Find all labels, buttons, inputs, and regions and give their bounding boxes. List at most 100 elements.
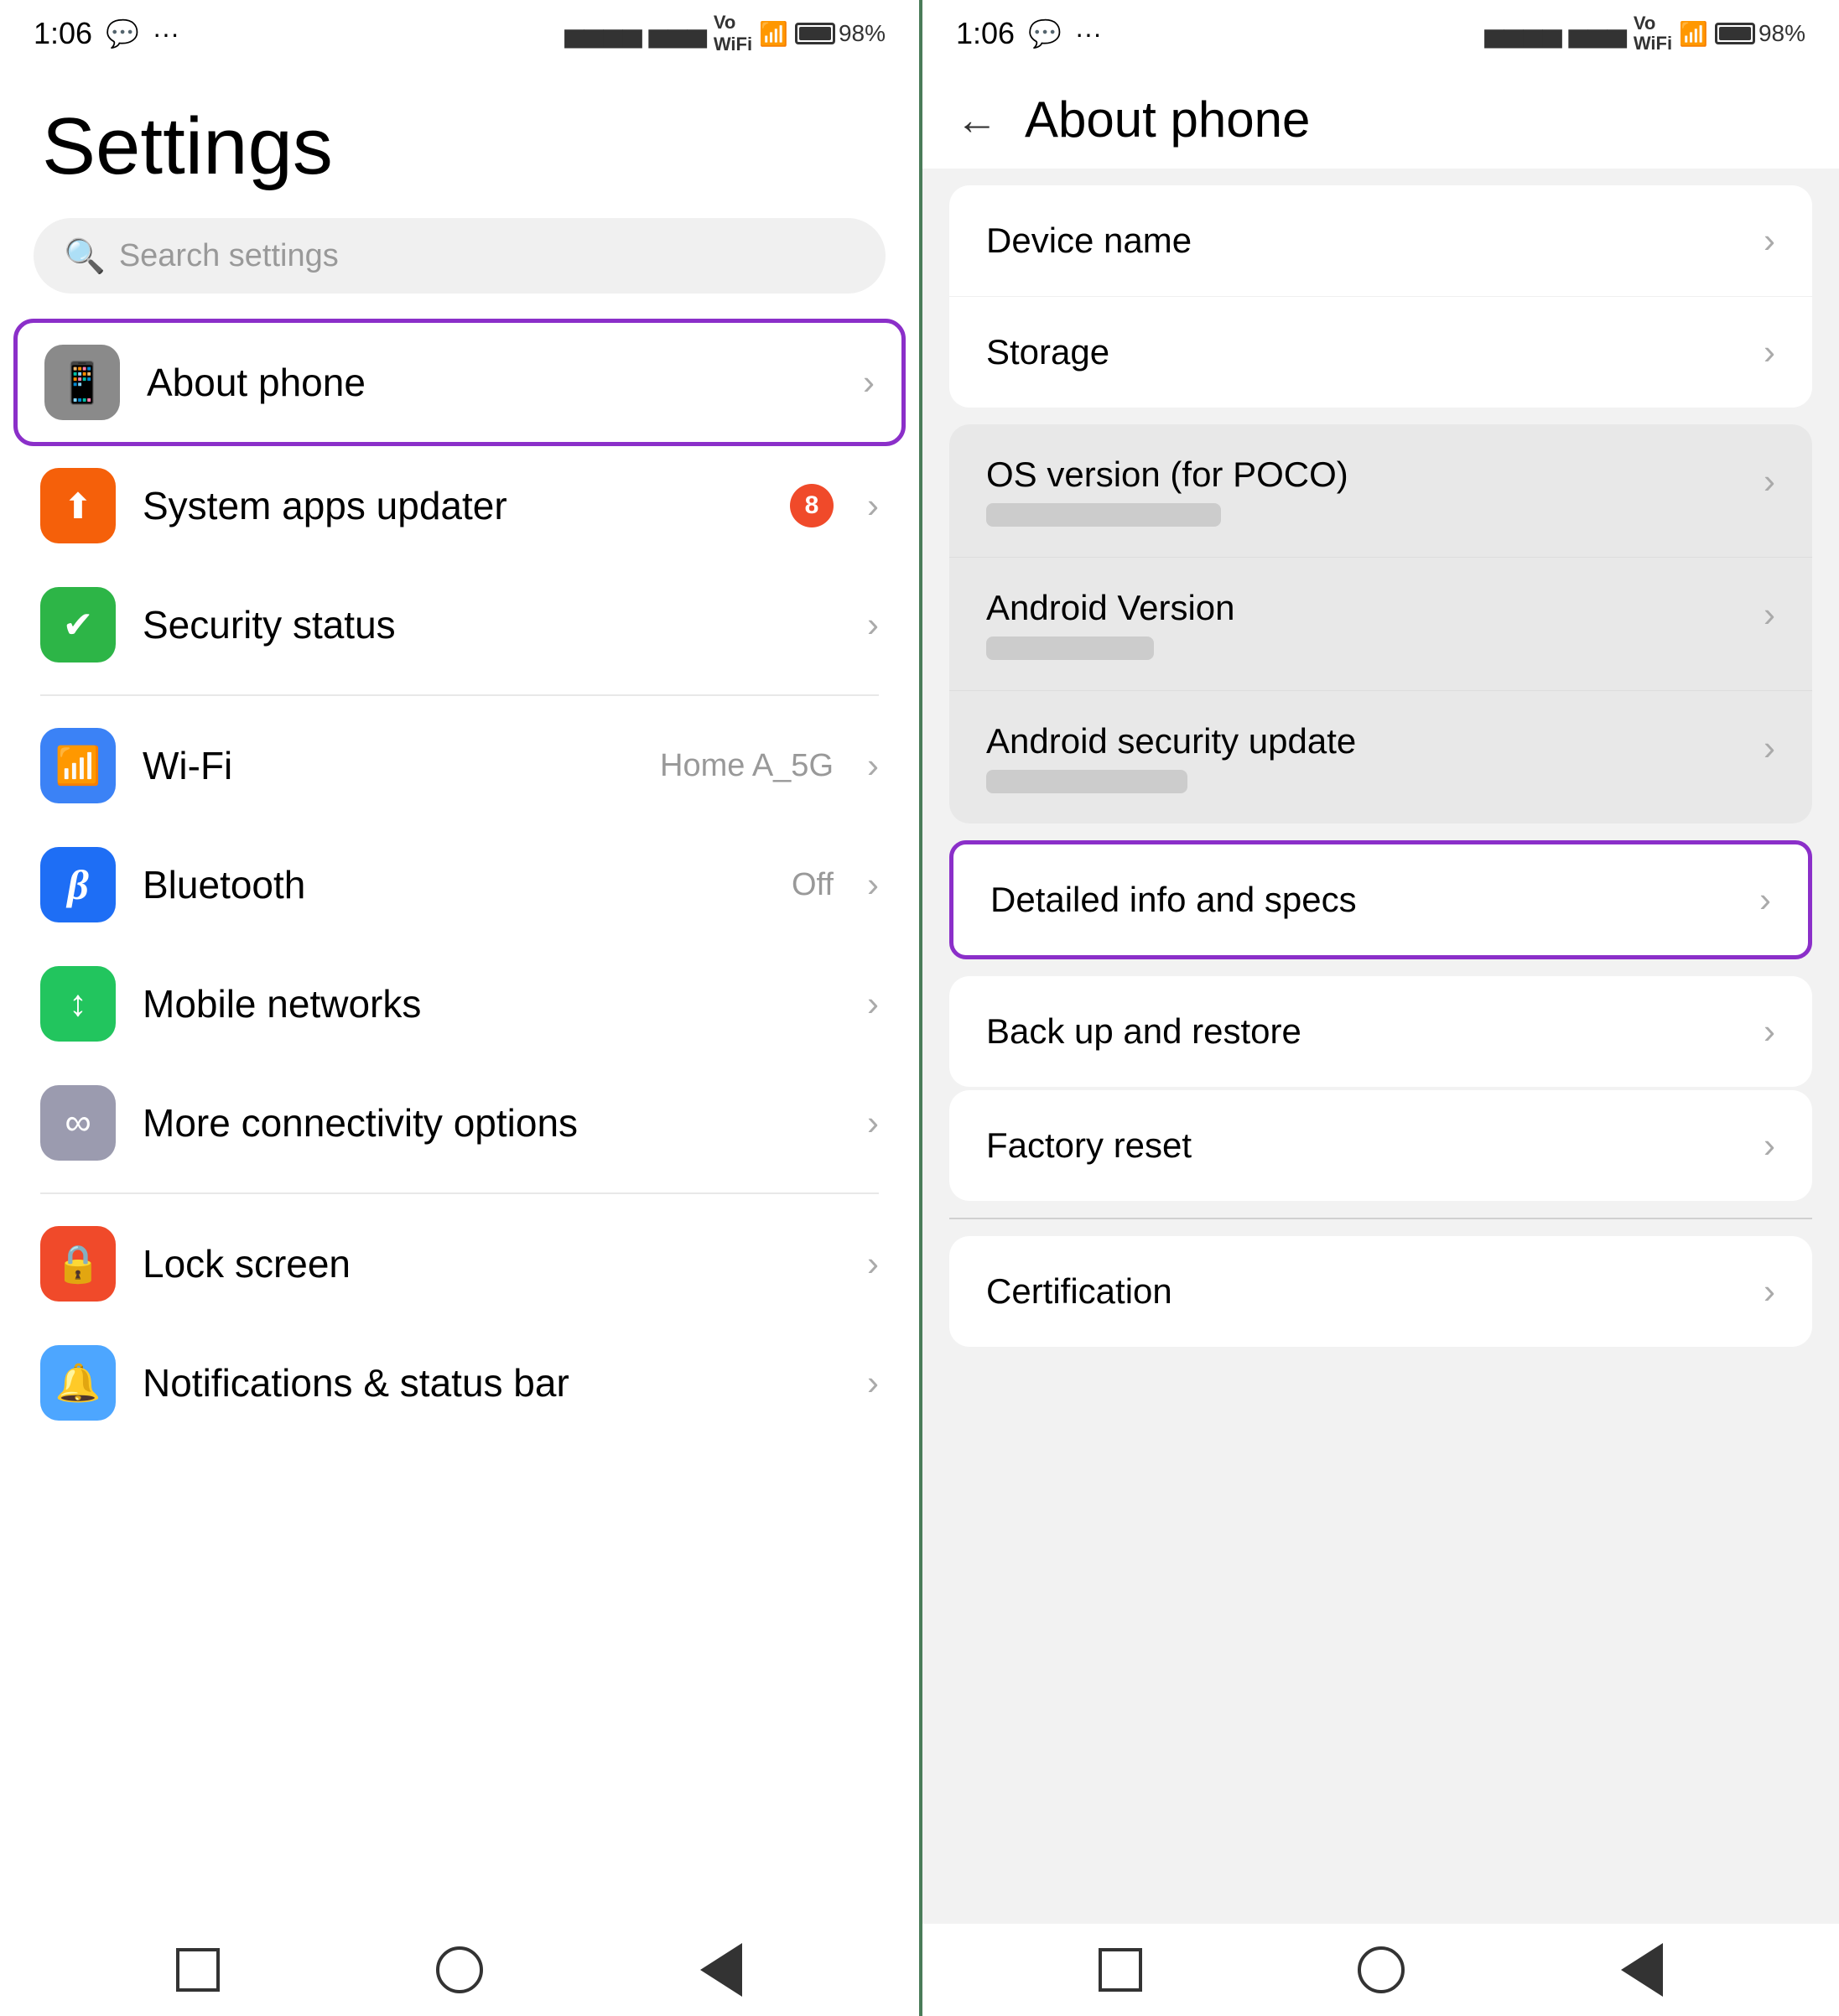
recents-icon-left xyxy=(176,1948,220,1992)
nav-recents-right[interactable] xyxy=(1091,1941,1150,1999)
settings-item-mobile-networks[interactable]: ↕ Mobile networks › xyxy=(0,944,919,1063)
factory-reset-label: Factory reset xyxy=(986,1125,1764,1166)
settings-item-security[interactable]: ✔ Security status › xyxy=(0,565,919,684)
lock-screen-label: Lock screen xyxy=(143,1241,834,1286)
wifi-icon-right: 📶 xyxy=(1679,20,1708,48)
signal2-left: ▅▅▅ xyxy=(649,19,707,49)
wifi-arrow: › xyxy=(867,746,879,786)
back-icon-left xyxy=(700,1943,742,1997)
os-version-wrap: OS version (for POCO) xyxy=(986,455,1764,527)
android-security-item[interactable]: Android security update › xyxy=(949,691,1812,824)
system-apps-badge: 8 xyxy=(790,484,834,527)
notifications-label: Notifications & status bar xyxy=(143,1360,834,1405)
settings-item-notifications[interactable]: 🔔 Notifications & status bar › xyxy=(0,1323,919,1442)
whatsapp-icon-left: 💬 xyxy=(106,18,139,49)
android-security-blur xyxy=(986,770,1187,793)
vowifi-left: VoWiFi xyxy=(714,12,752,55)
signal-bars-left: ▅▅▅▅ xyxy=(564,19,642,49)
security-label: Security status xyxy=(143,602,834,647)
settings-item-about-phone[interactable]: 📱 About phone › xyxy=(13,319,906,446)
nav-home-left[interactable] xyxy=(430,1941,489,1999)
device-name-label: Device name xyxy=(986,221,1764,261)
status-icons-right: ▅▅▅▅ ▅▅▅ VoWiFi 📶 98% xyxy=(1484,13,1805,54)
bluetooth-label: Bluetooth xyxy=(143,862,765,907)
battery-left: 98% xyxy=(795,20,886,47)
backup-item[interactable]: Back up and restore › xyxy=(949,976,1812,1087)
search-bar[interactable]: 🔍 Search settings xyxy=(34,218,886,294)
nav-home-right[interactable] xyxy=(1352,1941,1410,1999)
bluetooth-icon: β xyxy=(40,847,116,922)
signal-bars-right: ▅▅▅▅ xyxy=(1484,19,1561,49)
os-version-item[interactable]: OS version (for POCO) › xyxy=(949,424,1812,558)
system-apps-icon: ⬆ xyxy=(40,468,116,543)
nav-recents-left[interactable] xyxy=(169,1941,227,1999)
factory-reset-arrow: › xyxy=(1764,1125,1775,1166)
settings-item-wifi[interactable]: 📶 Wi-Fi Home A_5G › xyxy=(0,706,919,825)
card-device-storage: Device name › Storage › xyxy=(949,185,1812,408)
settings-title: Settings xyxy=(0,67,919,218)
about-phone-arrow: › xyxy=(863,362,875,403)
back-button[interactable]: ← xyxy=(956,96,998,144)
right-panel: 1:06 💬 ··· ▅▅▅▅ ▅▅▅ VoWiFi 📶 98% ← About… xyxy=(922,0,1839,2016)
bottom-nav-right xyxy=(922,1924,1839,2016)
status-icons-left: ▅▅▅▅ ▅▅▅ VoWiFi 📶 98% xyxy=(564,12,886,55)
divider-1 xyxy=(40,694,879,696)
detailed-info-item[interactable]: Detailed info and specs › xyxy=(953,844,1808,955)
system-apps-arrow: › xyxy=(867,486,879,526)
left-panel: 1:06 💬 ··· ▅▅▅▅ ▅▅▅ VoWiFi 📶 98% Setting… xyxy=(0,0,919,2016)
recents-icon-right xyxy=(1099,1948,1142,1992)
card-backup: Back up and restore › xyxy=(949,976,1812,1087)
status-time-left: 1:06 💬 ··· xyxy=(34,16,179,51)
right-page-title: About phone xyxy=(1025,91,1310,148)
notifications-icon: 🔔 xyxy=(40,1345,116,1421)
android-version-arrow: › xyxy=(1764,595,1775,635)
factory-reset-item[interactable]: Factory reset › xyxy=(949,1090,1812,1201)
search-icon: 🔍 xyxy=(64,236,106,276)
certification-arrow: › xyxy=(1764,1271,1775,1312)
lock-screen-icon: 🔒 xyxy=(40,1226,116,1302)
divider-2 xyxy=(40,1192,879,1194)
time-right: 1:06 xyxy=(956,16,1015,51)
settings-item-bluetooth[interactable]: β Bluetooth Off › xyxy=(0,825,919,944)
status-time-right: 1:06 💬 ··· xyxy=(956,16,1102,51)
certification-item[interactable]: Certification › xyxy=(949,1236,1812,1347)
about-phone-label: About phone xyxy=(147,360,829,405)
mobile-networks-label: Mobile networks xyxy=(143,981,834,1026)
back-icon-right xyxy=(1621,1943,1663,1997)
status-bar-right: 1:06 💬 ··· ▅▅▅▅ ▅▅▅ VoWiFi 📶 98% xyxy=(922,0,1839,67)
mobile-networks-arrow: › xyxy=(867,984,879,1024)
android-version-wrap: Android Version xyxy=(986,588,1764,660)
vowifi-right: VoWiFi xyxy=(1634,13,1672,54)
backup-arrow: › xyxy=(1764,1011,1775,1052)
card-certification: Certification › xyxy=(949,1236,1812,1347)
device-name-item[interactable]: Device name › xyxy=(949,185,1812,297)
home-icon-left xyxy=(436,1946,483,1993)
settings-item-lock-screen[interactable]: 🔒 Lock screen › xyxy=(0,1204,919,1323)
android-version-label: Android Version xyxy=(986,588,1764,628)
nav-back-left[interactable] xyxy=(692,1941,751,1999)
android-version-item[interactable]: Android Version › xyxy=(949,558,1812,691)
settings-item-system-apps[interactable]: ⬆ System apps updater 8 › xyxy=(0,446,919,565)
device-name-arrow: › xyxy=(1764,221,1775,261)
dots-right: ··· xyxy=(1075,18,1102,49)
wifi-icon-left: 📶 xyxy=(759,20,788,48)
security-icon: ✔ xyxy=(40,587,116,662)
android-version-blur xyxy=(986,636,1154,660)
bottom-nav-left xyxy=(0,1924,919,2016)
detailed-info-arrow: › xyxy=(1759,880,1771,920)
android-security-arrow: › xyxy=(1764,728,1775,768)
nav-back-right[interactable] xyxy=(1613,1941,1671,1999)
wifi-label: Wi-Fi xyxy=(143,743,633,788)
more-connectivity-label: More connectivity options xyxy=(143,1100,834,1146)
wifi-settings-icon: 📶 xyxy=(40,728,116,803)
settings-list: 📱 About phone › ⬆ System apps updater 8 … xyxy=(0,319,919,1924)
storage-label: Storage xyxy=(986,332,1764,372)
battery-right: 98% xyxy=(1715,20,1805,47)
storage-item[interactable]: Storage › xyxy=(949,297,1812,408)
detailed-info-card[interactable]: Detailed info and specs › xyxy=(949,840,1812,959)
os-version-label: OS version (for POCO) xyxy=(986,455,1764,495)
card-factory-reset: Factory reset › xyxy=(949,1090,1812,1201)
home-icon-right xyxy=(1358,1946,1405,1993)
about-phone-icon: 📱 xyxy=(44,345,120,420)
settings-item-more-connectivity[interactable]: ∞ More connectivity options › xyxy=(0,1063,919,1182)
